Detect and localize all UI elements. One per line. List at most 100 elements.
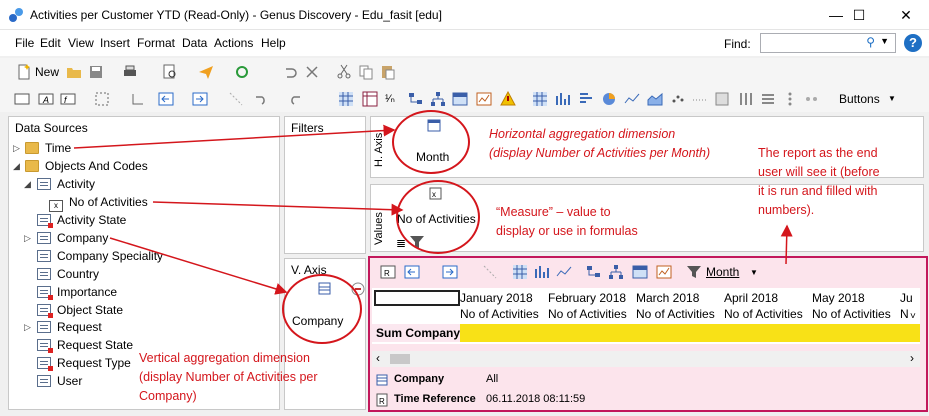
scatter-chart-icon[interactable]	[670, 91, 686, 107]
redo-icon[interactable]	[288, 91, 304, 107]
month-dropdown[interactable]: Month	[706, 265, 739, 279]
help-icon[interactable]: ?	[904, 34, 922, 52]
copy-icon[interactable]	[358, 64, 374, 80]
connect-icon[interactable]	[228, 91, 244, 107]
print-icon[interactable]	[122, 64, 138, 80]
layout-icon[interactable]	[94, 91, 110, 107]
buttons-menu[interactable]: Buttons	[839, 92, 880, 106]
delete-icon[interactable]	[304, 64, 320, 80]
chart-settings-icon[interactable]	[476, 91, 492, 107]
save-icon[interactable]	[88, 64, 104, 80]
warning-icon[interactable]	[500, 91, 516, 107]
maximize-button[interactable]: ☐	[836, 0, 882, 30]
move-left-icon[interactable]	[404, 264, 420, 280]
dots-icon[interactable]	[804, 91, 820, 107]
send-icon[interactable]	[198, 64, 214, 80]
header-icon[interactable]	[632, 264, 648, 280]
bar-chart-icon[interactable]	[534, 264, 550, 280]
tree-item-user[interactable]: User	[37, 372, 82, 390]
horizontal-scrollbar[interactable]: ‹ ›	[372, 351, 920, 367]
tree-item-object-state[interactable]: Object State	[37, 301, 123, 319]
hierarchy-icon[interactable]	[608, 264, 624, 280]
line-chart-icon[interactable]	[556, 264, 572, 280]
move-left-icon[interactable]	[158, 91, 174, 107]
table-view-icon[interactable]	[532, 91, 548, 107]
chevron-down-icon[interactable]: ▼	[750, 268, 758, 277]
scroll-right-icon[interactable]: ›	[910, 351, 914, 365]
search-icon[interactable]: ⚲	[866, 35, 875, 49]
chevron-down-icon[interactable]: ▼	[888, 94, 896, 103]
tree-icon[interactable]	[408, 91, 424, 107]
expand-icon[interactable]: ▷	[13, 143, 20, 154]
tree-item-company-speciality[interactable]: Company Speciality	[37, 247, 163, 265]
pie-chart-icon[interactable]	[601, 91, 617, 107]
tree-item-country[interactable]: Country	[37, 265, 99, 283]
hierarchy-icon[interactable]	[430, 91, 446, 107]
menu-edit[interactable]: Edit	[40, 36, 61, 50]
area-chart-icon[interactable]	[647, 91, 663, 107]
tree-item-time[interactable]: Time	[25, 139, 71, 157]
menu-view[interactable]: View	[68, 36, 94, 50]
report-icon[interactable]: R	[380, 264, 396, 280]
undo-icon[interactable]	[282, 64, 298, 80]
collapse-icon[interactable]: ◢	[24, 179, 31, 190]
bar-chart-icon[interactable]	[555, 91, 571, 107]
sparkline-icon[interactable]	[692, 91, 708, 107]
data-cells[interactable]	[460, 324, 920, 342]
tree-item-request[interactable]: Request	[37, 318, 102, 336]
tree-item-importance[interactable]: Importance	[37, 283, 117, 301]
print-preview-icon[interactable]	[162, 64, 178, 80]
scrollbar-thumb[interactable]	[390, 354, 410, 364]
paste-icon[interactable]	[380, 64, 396, 80]
chevron-down-icon[interactable]: ▼	[880, 36, 889, 46]
menu-data[interactable]: Data	[182, 36, 207, 50]
move-right-icon[interactable]	[192, 91, 208, 107]
rows-icon[interactable]	[760, 91, 776, 107]
filters-panel[interactable]: Filters	[284, 116, 366, 254]
menu-format[interactable]: Format	[137, 36, 175, 50]
table-icon[interactable]	[362, 91, 378, 107]
horizontal-bar-icon[interactable]	[578, 91, 594, 107]
image-icon[interactable]	[714, 91, 730, 107]
expand-icon[interactable]: ▷	[24, 322, 31, 333]
move-right-icon[interactable]	[442, 264, 458, 280]
tree-item-objects-and-codes[interactable]: Objects And Codes	[25, 157, 148, 175]
tree-icon[interactable]	[586, 264, 602, 280]
tree-item-company[interactable]: Company	[37, 229, 108, 247]
corner-cell[interactable]	[374, 290, 460, 306]
formula-icon[interactable]: f	[60, 91, 76, 107]
stack-icon[interactable]	[782, 91, 798, 107]
text-icon[interactable]: A	[38, 91, 54, 107]
line-chart-icon[interactable]	[624, 91, 640, 107]
columns-icon[interactable]	[738, 91, 754, 107]
tree-item-no-of-activities[interactable]: x No of Activities	[49, 193, 148, 212]
menu-insert[interactable]: Insert	[100, 36, 130, 50]
find-input[interactable]: ⚲ ▼	[760, 33, 896, 53]
filter-icon[interactable]	[686, 264, 702, 280]
chart-settings-icon[interactable]	[656, 264, 672, 280]
new-document-icon[interactable]	[16, 64, 32, 80]
close-button[interactable]: ✕	[883, 0, 929, 30]
undo2-icon[interactable]	[252, 91, 268, 107]
report-icon[interactable]	[14, 91, 30, 107]
menu-actions[interactable]: Actions	[214, 36, 253, 50]
menu-help[interactable]: Help	[261, 36, 286, 50]
indent-icon[interactable]	[130, 91, 146, 107]
fraction-icon[interactable]: ¹⁄ₙ	[385, 92, 395, 105]
table-view-icon[interactable]	[512, 264, 528, 280]
tree-item-request-state[interactable]: Request State	[37, 336, 133, 354]
refresh-icon[interactable]	[234, 64, 250, 80]
collapse-icon[interactable]: ◢	[13, 161, 20, 172]
connect-icon[interactable]	[482, 264, 498, 280]
tree-item-request-type[interactable]: Request Type	[37, 354, 131, 372]
header-icon[interactable]	[452, 91, 468, 107]
cut-icon[interactable]	[336, 64, 352, 80]
tree-item-activity[interactable]: Activity	[37, 175, 95, 193]
scroll-down-icon[interactable]: ˅	[910, 311, 916, 322]
menu-file[interactable]: File	[15, 36, 34, 50]
tree-item-activity-state[interactable]: Activity State	[37, 211, 126, 229]
new-button[interactable]: New	[35, 65, 59, 79]
scroll-left-icon[interactable]: ‹	[376, 351, 380, 365]
open-folder-icon[interactable]	[66, 64, 82, 80]
expand-icon[interactable]: ▷	[24, 233, 31, 244]
